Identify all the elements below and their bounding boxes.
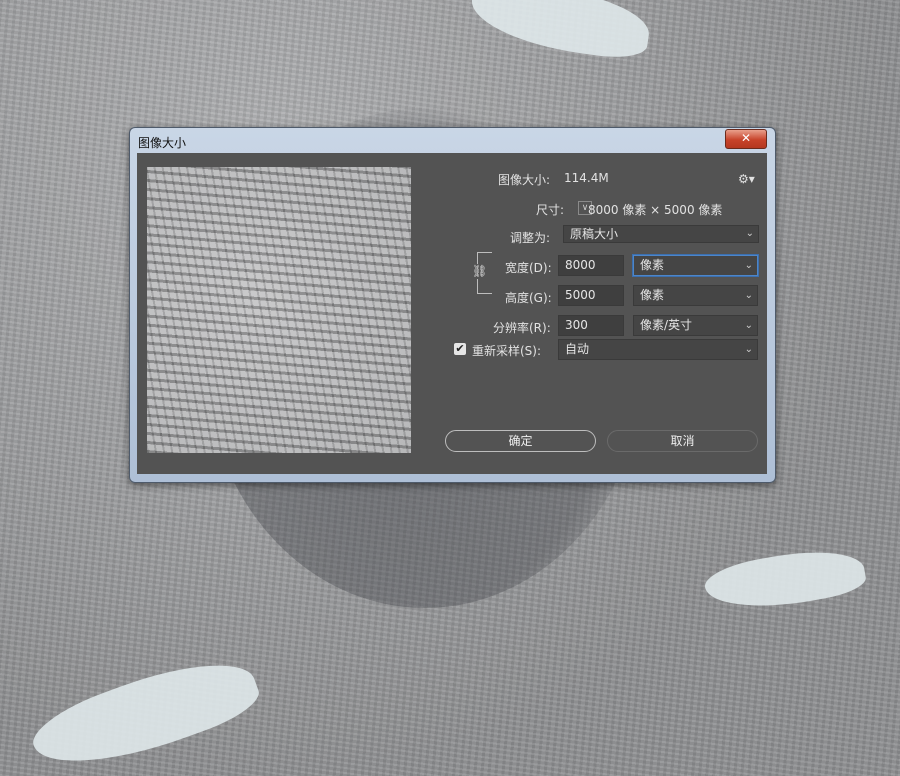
resample-checkbox[interactable]: ✔ (454, 343, 466, 355)
resample-label: 重新采样(S): (472, 344, 542, 358)
height-unit-select[interactable]: 像素 ⌄ (633, 285, 758, 306)
splash-right (701, 541, 869, 619)
splash-bottom-left (24, 642, 266, 776)
height-input[interactable]: 5000 (558, 285, 624, 306)
dimensions-label: 尺寸: (536, 203, 565, 217)
fit-to-select[interactable]: 原稿大小 ⌄ (563, 225, 759, 243)
ok-button[interactable]: 确定 (445, 430, 596, 452)
height-label: 高度(G): (505, 291, 552, 305)
dimensions-value: 8000 像素 × 5000 像素 (588, 203, 723, 217)
resample-value: 自动 (565, 342, 590, 356)
chevron-down-icon: ⌄ (744, 290, 753, 301)
image-preview[interactable] (147, 167, 411, 453)
splash-top (466, 0, 654, 63)
gear-icon[interactable]: ⚙▾ (738, 172, 755, 186)
chevron-down-icon: ⌄ (744, 344, 753, 355)
height-unit-value: 像素 (640, 288, 665, 302)
resolution-unit-select[interactable]: 像素/英寸 ⌄ (633, 315, 758, 336)
image-size-value: 114.4M (564, 171, 609, 185)
resolution-label: 分辨率(R): (493, 321, 551, 335)
chevron-down-icon: ⌄ (745, 228, 754, 239)
image-size-label: 图像大小: (498, 173, 551, 187)
dialog-title: 图像大小 (138, 136, 187, 150)
resample-select[interactable]: 自动 ⌄ (558, 339, 758, 360)
cancel-button[interactable]: 取消 (607, 430, 758, 452)
width-unit-value: 像素 (640, 258, 665, 272)
resolution-input[interactable]: 300 (558, 315, 624, 336)
width-unit-select[interactable]: 像素 ⌄ (633, 255, 758, 276)
title-bar: 图像大小 ✕ (130, 128, 775, 154)
height-value: 5000 (565, 288, 596, 302)
chevron-down-icon: ⌄ (744, 320, 753, 331)
chevron-down-icon: ⌄ (744, 260, 753, 271)
fit-to-label: 调整为: (510, 231, 551, 245)
resolution-unit-value: 像素/英寸 (640, 318, 693, 332)
dialog-body: 图像大小: 114.4M ⚙▾ 尺寸: ∨ 8000 像素 × 5000 像素 … (137, 153, 767, 474)
width-label: 宽度(D): (505, 261, 552, 275)
close-button[interactable]: ✕ (725, 129, 767, 149)
chain-link-icon[interactable]: ⛓ (472, 264, 487, 279)
image-size-dialog: 图像大小 ✕ 图像大小: 114.4M ⚙▾ 尺寸: ∨ 8000 像素 × 5… (129, 127, 776, 483)
resolution-value: 300 (565, 318, 588, 332)
width-input[interactable]: 8000 (558, 255, 624, 276)
fit-to-value: 原稿大小 (570, 227, 619, 241)
width-value: 8000 (565, 258, 596, 272)
